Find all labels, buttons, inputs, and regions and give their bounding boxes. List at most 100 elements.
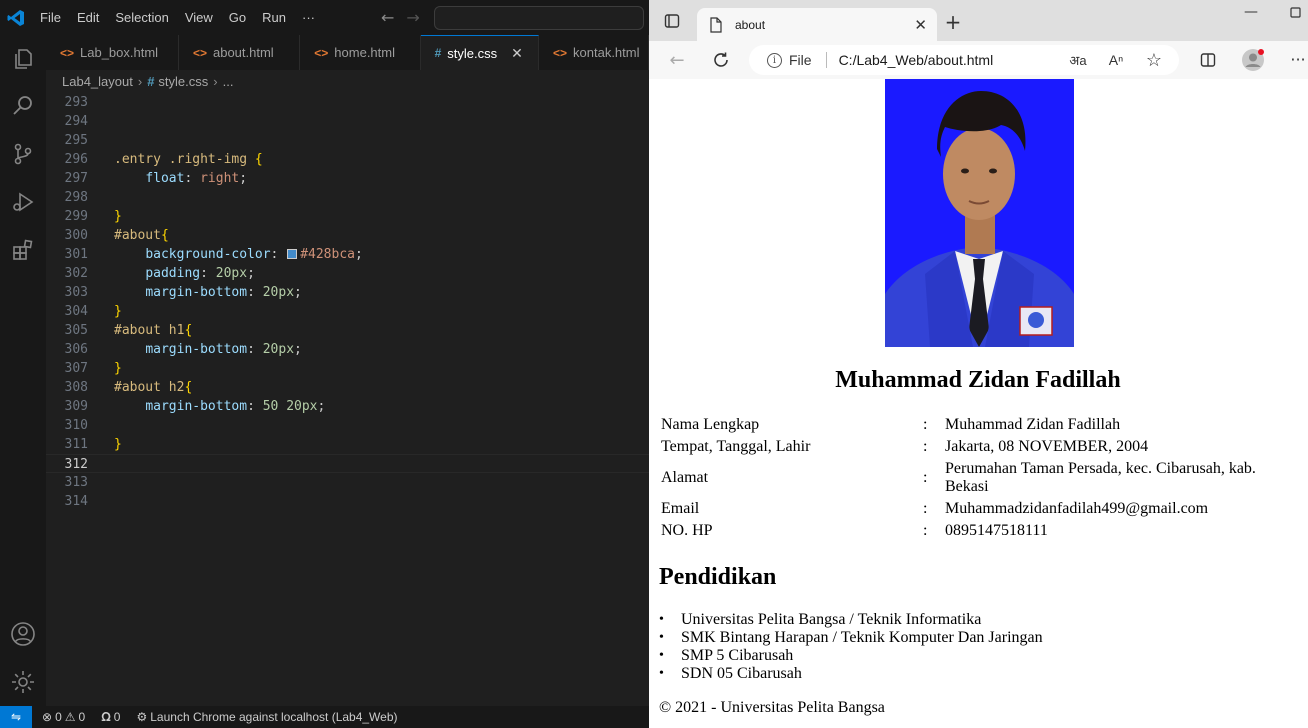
new-tab-icon[interactable]: + bbox=[945, 10, 962, 34]
code-line[interactable]: 299} bbox=[46, 207, 649, 226]
code-line[interactable]: 298 bbox=[46, 188, 649, 207]
menu-more[interactable]: ··· bbox=[294, 10, 323, 25]
minimize-icon[interactable]: — bbox=[1243, 4, 1259, 20]
bio-label: Tempat, Tanggal, Lahir bbox=[661, 438, 811, 455]
line-number: 307 bbox=[64, 361, 88, 376]
code-line[interactable]: 314 bbox=[46, 492, 649, 511]
code-line[interactable]: 304} bbox=[46, 302, 649, 321]
code-text: padding: 20px; bbox=[145, 266, 255, 281]
code-text: #about h1{ bbox=[114, 323, 193, 338]
code-line[interactable]: 313 bbox=[46, 473, 649, 492]
html-file-icon: <> bbox=[314, 45, 329, 60]
breadcrumb-folder[interactable]: Lab4_layout bbox=[62, 74, 133, 89]
back-arrow-icon[interactable]: ← bbox=[667, 50, 687, 71]
code-text: margin-bottom: 20px; bbox=[145, 342, 302, 357]
code-editor[interactable]: 293 294 295 296 .entry .right-img {297 float… bbox=[46, 93, 649, 706]
code-line[interactable]: 294 bbox=[46, 112, 649, 131]
account-icon[interactable] bbox=[8, 619, 38, 649]
bio-value: Perumahan Taman Persada, kec. Cibarusah,… bbox=[945, 460, 1256, 495]
translate-icon[interactable]: अa bbox=[1069, 52, 1087, 68]
color-swatch[interactable] bbox=[287, 249, 298, 259]
tab-kontak-html[interactable]: <> kontak.html bbox=[539, 35, 649, 70]
menu-go[interactable]: Go bbox=[221, 10, 254, 25]
browser-window: about ✕ + — ← i File C:/Lab4_Web/about.h… bbox=[649, 0, 1308, 728]
run-debug-icon[interactable] bbox=[8, 187, 38, 217]
activity-bar bbox=[0, 35, 46, 706]
warning-icon: ⚠ bbox=[64, 710, 76, 724]
code-line[interactable]: 296 .entry .right-img { bbox=[46, 150, 649, 169]
problems-indicator[interactable]: ⊗ 0 ⚠ 0 bbox=[42, 710, 85, 724]
explorer-icon[interactable] bbox=[8, 44, 38, 74]
code-line[interactable]: 307} bbox=[46, 359, 649, 378]
code-line[interactable]: 301 background-color: #428bca; bbox=[46, 245, 649, 264]
code-text: background-color: #428bca; bbox=[145, 247, 363, 262]
tab-style-css[interactable]: # style.css ✕ bbox=[420, 35, 539, 70]
menu-edit[interactable]: Edit bbox=[69, 10, 107, 25]
tab-about-html[interactable]: <> about.html bbox=[179, 35, 301, 70]
launch-config[interactable]: ⚙ Launch Chrome against localhost (Lab4_… bbox=[136, 710, 397, 724]
menu-view[interactable]: View bbox=[177, 10, 221, 25]
menu-selection[interactable]: Selection bbox=[107, 10, 176, 25]
line-number: 296 bbox=[64, 152, 88, 167]
warning-count: 0 bbox=[78, 710, 86, 724]
code-line[interactable]: 293 bbox=[46, 93, 649, 112]
tab-lab-box-html[interactable]: <> Lab_box.html bbox=[46, 35, 179, 70]
ports-count: 0 bbox=[113, 710, 121, 724]
code-line[interactable]: 306 margin-bottom: 20px; bbox=[46, 340, 649, 359]
tab-label: home.html bbox=[334, 45, 395, 60]
breadcrumb-more[interactable]: ... bbox=[223, 74, 234, 89]
code-line[interactable]: 302 padding: 20px; bbox=[46, 264, 649, 283]
code-line[interactable]: 300 #about{ bbox=[46, 226, 649, 245]
breadcrumb-file[interactable]: style.css bbox=[158, 74, 208, 89]
menu-bar: File Edit Selection View Go Run ··· bbox=[32, 10, 323, 25]
chevron-right-icon: › bbox=[213, 73, 218, 89]
forward-arrow-icon[interactable]: → bbox=[406, 8, 419, 27]
menu-file[interactable]: File bbox=[32, 10, 69, 25]
tab-home-html[interactable]: <> home.html bbox=[300, 35, 421, 70]
code-line[interactable]: 303 margin-bottom: 20px; bbox=[46, 283, 649, 302]
more-options-icon[interactable]: ··· bbox=[1289, 49, 1307, 69]
close-tab-icon[interactable]: ✕ bbox=[511, 45, 523, 62]
close-tab-icon[interactable]: ✕ bbox=[914, 16, 927, 34]
command-center-input[interactable] bbox=[433, 5, 644, 30]
code-line[interactable]: 312 bbox=[46, 454, 649, 473]
code-line[interactable]: 295 bbox=[46, 131, 649, 150]
tab-actions-icon[interactable] bbox=[663, 12, 681, 30]
line-number: 294 bbox=[64, 114, 88, 129]
ports-indicator[interactable]: 𝛀 0 bbox=[101, 710, 120, 725]
bio-value: Muhammadzidanfadilah499@gmail.com bbox=[945, 500, 1209, 517]
read-aloud-icon[interactable]: Aⁿ bbox=[1107, 52, 1125, 68]
refresh-icon[interactable] bbox=[711, 51, 731, 69]
code-text: margin-bottom: 20px; bbox=[145, 285, 302, 300]
code-line[interactable]: 310 bbox=[46, 416, 649, 435]
address-scheme: File bbox=[789, 52, 812, 68]
code-line[interactable]: 308 #about h2{ bbox=[46, 378, 649, 397]
code-line[interactable]: 305 #about h1{ bbox=[46, 321, 649, 340]
code-line[interactable]: 309 margin-bottom: 50 20px; bbox=[46, 397, 649, 416]
search-icon[interactable] bbox=[8, 91, 38, 121]
back-arrow-icon[interactable]: ← bbox=[381, 8, 394, 27]
bio-colon: : bbox=[923, 522, 928, 539]
maximize-icon[interactable] bbox=[1287, 4, 1303, 20]
html-file-icon: <> bbox=[192, 45, 207, 60]
menu-run[interactable]: Run bbox=[254, 10, 294, 25]
address-url: C:/Lab4_Web/about.html bbox=[838, 52, 994, 68]
address-bar[interactable]: i File C:/Lab4_Web/about.html अa Aⁿ ☆ bbox=[749, 45, 1179, 75]
extensions-icon[interactable] bbox=[8, 235, 38, 265]
code-text: } bbox=[114, 209, 122, 224]
tab-label: about.html bbox=[212, 45, 274, 60]
favorite-star-icon[interactable]: ☆ bbox=[1145, 50, 1163, 70]
info-icon[interactable]: i bbox=[767, 52, 782, 68]
source-control-icon[interactable] bbox=[8, 139, 38, 169]
code-line[interactable]: 311} bbox=[46, 435, 649, 454]
settings-gear-icon[interactable] bbox=[8, 667, 38, 697]
bio-colon: : bbox=[923, 438, 928, 455]
browser-tab-about[interactable]: about ✕ bbox=[697, 8, 937, 41]
code-line[interactable]: 297 float: right; bbox=[46, 169, 649, 188]
bio-row: NO. HP : 0895147518111 bbox=[661, 522, 1301, 540]
bio-value: 0895147518111 bbox=[945, 522, 1048, 539]
breadcrumb: Lab4_layout › # style.css › ... bbox=[46, 70, 649, 92]
profile-avatar-icon[interactable] bbox=[1241, 48, 1265, 72]
remote-indicator-icon[interactable]: ⇋ bbox=[0, 706, 32, 728]
split-screen-icon[interactable] bbox=[1199, 51, 1217, 69]
